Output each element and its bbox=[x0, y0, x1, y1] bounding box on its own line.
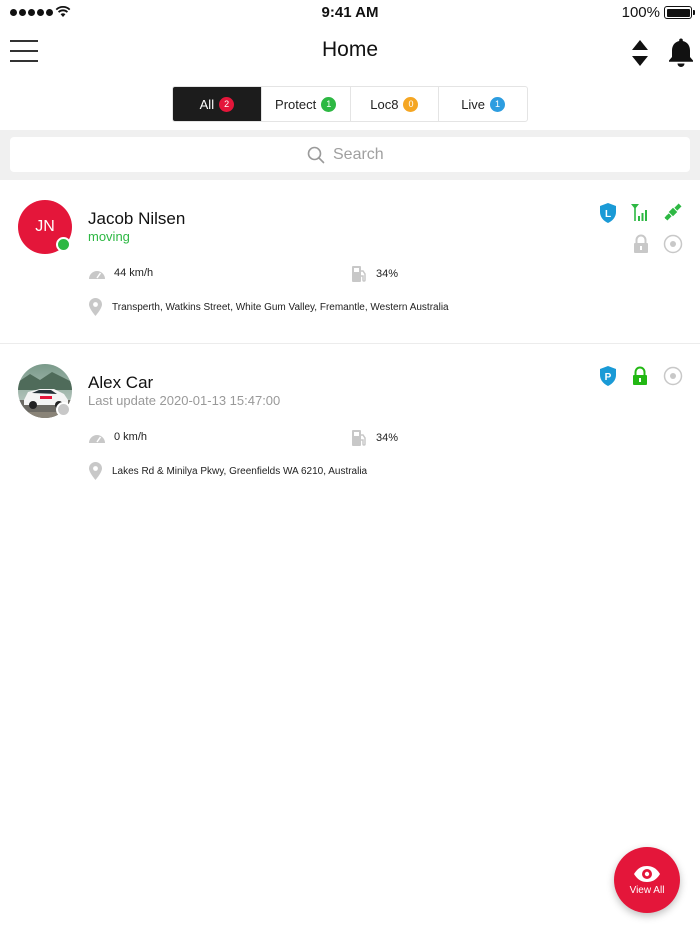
battery-percentage: 100% bbox=[621, 4, 660, 21]
location-pin-icon bbox=[89, 298, 102, 316]
search-bar bbox=[0, 130, 700, 180]
vehicle-list-item[interactable]: Alex Car Last update 2020-01-13 15:47:00… bbox=[0, 345, 700, 505]
tab-label: All bbox=[199, 96, 215, 112]
search-icon bbox=[307, 146, 325, 163]
tab-label: Protect bbox=[275, 96, 317, 112]
fuel-value: 34% bbox=[376, 268, 399, 280]
filter-tabs: All 2 Protect 1 Loc8 0 Live 1 bbox=[172, 86, 528, 122]
location-pin-icon bbox=[89, 462, 102, 480]
count-badge: 2 bbox=[219, 96, 235, 112]
satellite-icon[interactable] bbox=[663, 201, 683, 223]
count-badge: 1 bbox=[490, 96, 506, 112]
tab-label: Loc8 bbox=[370, 96, 399, 112]
battery-icon bbox=[664, 6, 695, 19]
speed-value: 0 km/h bbox=[114, 431, 148, 443]
vehicle-name: Alex Car bbox=[88, 373, 154, 392]
fuel-stat: 34% bbox=[350, 265, 398, 283]
search-input[interactable] bbox=[333, 145, 393, 164]
address-row: Transperth, Watkins Street, White Gum Va… bbox=[88, 297, 449, 317]
count-badge: 0 bbox=[403, 96, 419, 112]
vehicle-status: Last update 2020-01-13 15:47:00 bbox=[88, 393, 281, 408]
page-title: Home bbox=[321, 38, 379, 61]
target-icon[interactable] bbox=[663, 233, 683, 255]
lock-icon[interactable] bbox=[631, 233, 651, 255]
svg-text:L: L bbox=[605, 209, 611, 220]
fuel-pump-icon bbox=[352, 430, 366, 446]
lock-icon[interactable] bbox=[630, 365, 650, 387]
target-icon[interactable] bbox=[663, 365, 683, 387]
status-time: 9:41 AM bbox=[321, 4, 379, 21]
vehicle-list-item[interactable]: JN Jacob Nilsen moving L 44 km/h 34% Tra… bbox=[0, 180, 700, 344]
view-all-button[interactable]: View All bbox=[614, 847, 680, 913]
fuel-pump-icon bbox=[352, 266, 366, 282]
online-status-dot bbox=[56, 237, 71, 252]
signal-icon[interactable] bbox=[630, 202, 650, 224]
shield-p-icon[interactable]: P bbox=[598, 365, 618, 387]
fuel-value: 34% bbox=[376, 432, 399, 444]
speed-stat: 44 km/h bbox=[88, 266, 153, 280]
fuel-stat: 34% bbox=[350, 429, 398, 447]
tab-loc8[interactable]: Loc8 0 bbox=[351, 87, 440, 121]
vehicle-status: moving bbox=[88, 229, 130, 244]
address-text: Lakes Rd & Minilya Pkwy, Greenfields WA … bbox=[112, 465, 368, 477]
tab-label: Live bbox=[461, 96, 486, 112]
speed-value: 44 km/h bbox=[114, 267, 154, 279]
speed-stat: 0 km/h bbox=[88, 430, 147, 444]
address-text: Transperth, Watkins Street, White Gum Va… bbox=[112, 301, 449, 313]
svg-text:P: P bbox=[605, 372, 612, 383]
tab-live[interactable]: Live 1 bbox=[439, 87, 527, 121]
search-box[interactable] bbox=[10, 137, 690, 172]
offline-status-dot bbox=[56, 402, 71, 417]
vehicle-name: Jacob Nilsen bbox=[88, 209, 186, 228]
avatar-initials: JN bbox=[35, 218, 55, 235]
speedometer-icon bbox=[89, 435, 105, 443]
count-badge: 1 bbox=[321, 96, 337, 112]
app-header: Home bbox=[0, 26, 700, 78]
tab-protect[interactable]: Protect 1 bbox=[262, 87, 351, 121]
sort-icon[interactable] bbox=[630, 38, 650, 68]
status-bar: 9:41 AM 100% bbox=[0, 0, 700, 26]
tab-all[interactable]: All 2 bbox=[173, 87, 262, 121]
eye-icon bbox=[634, 865, 660, 882]
speedometer-icon bbox=[89, 271, 105, 279]
address-row: Lakes Rd & Minilya Pkwy, Greenfields WA … bbox=[88, 461, 367, 481]
shield-l-icon[interactable]: L bbox=[598, 202, 618, 224]
view-all-label: View All bbox=[629, 884, 665, 896]
bell-icon[interactable] bbox=[668, 37, 694, 67]
